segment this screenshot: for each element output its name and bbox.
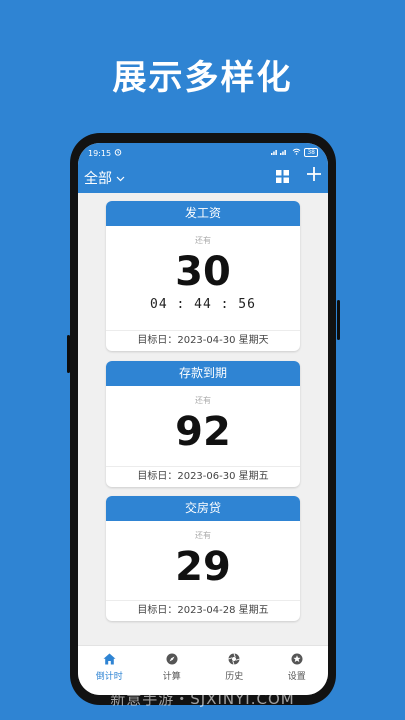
remain-label: 还有 — [195, 531, 211, 540]
status-bar-right: 38 — [271, 148, 318, 157]
target-date: 目标日：2023-06-30 星期五 — [106, 466, 300, 487]
watermark-text: 新意手游・SJXINYI.COM — [110, 690, 295, 708]
phone-power-button — [337, 300, 340, 340]
tab-label: 倒计时 — [95, 672, 123, 682]
countdown-list: 发工资 还有 30 04 : 44 : 56 目标日：2023-04-30 星期… — [78, 193, 328, 645]
days-remaining: 29 — [175, 544, 231, 590]
add-icon[interactable] — [306, 166, 322, 186]
compass-icon — [166, 652, 178, 666]
status-bar-left: 19:15 — [88, 148, 122, 158]
phone-frame: 19:15 38 全部 发工资 还有 30 04: 44: 56 目标日：2… — [70, 133, 336, 705]
chevron-down-icon — [116, 170, 125, 186]
target-date: 目标日：2023-04-30 星期天 — [106, 330, 300, 351]
app-header: 19:15 38 全部 — [78, 143, 328, 193]
tab-label: 计算 — [162, 672, 181, 682]
countdown-card[interactable]: 发工资 还有 30 04 : 44 : 56 目标日：2023-04-30 星期… — [106, 201, 300, 351]
aperture-icon — [228, 652, 240, 666]
battery-indicator: 38 — [304, 148, 318, 157]
days-remaining: 92 — [175, 409, 231, 455]
star-badge-icon — [291, 652, 303, 666]
countdown-card[interactable]: 交房贷 还有 29 目标日：2023-04-28 星期五 — [106, 496, 300, 621]
signal-icon — [271, 148, 289, 157]
card-title: 交房贷 — [106, 496, 300, 521]
alarm-icon — [114, 148, 122, 158]
grid-view-icon[interactable] — [276, 168, 289, 187]
home-icon — [103, 652, 116, 666]
tab-label: 历史 — [225, 672, 244, 682]
card-title: 存款到期 — [106, 361, 300, 386]
remain-label: 还有 — [195, 236, 211, 245]
promo-headline: 展示多样化 — [112, 58, 293, 98]
countdown-card[interactable]: 存款到期 还有 92 目标日：2023-06-30 星期五 — [106, 361, 300, 487]
countdown-timer: 04 : 44 : 56 — [150, 297, 256, 312]
card-title: 发工资 — [106, 201, 300, 226]
days-remaining: 30 — [175, 249, 231, 295]
filter-label: 全部 — [84, 171, 112, 187]
target-date: 目标日：2023-04-28 星期五 — [106, 600, 300, 621]
wifi-icon — [292, 148, 301, 157]
app-screen: 19:15 38 全部 发工资 还有 30 04: 44: 56 目标日：2… — [78, 143, 328, 695]
tab-label: 设置 — [287, 672, 306, 682]
remain-label: 还有 — [195, 396, 211, 405]
status-time: 19:15 — [88, 148, 112, 158]
category-filter-dropdown[interactable]: 全部 — [84, 168, 125, 188]
